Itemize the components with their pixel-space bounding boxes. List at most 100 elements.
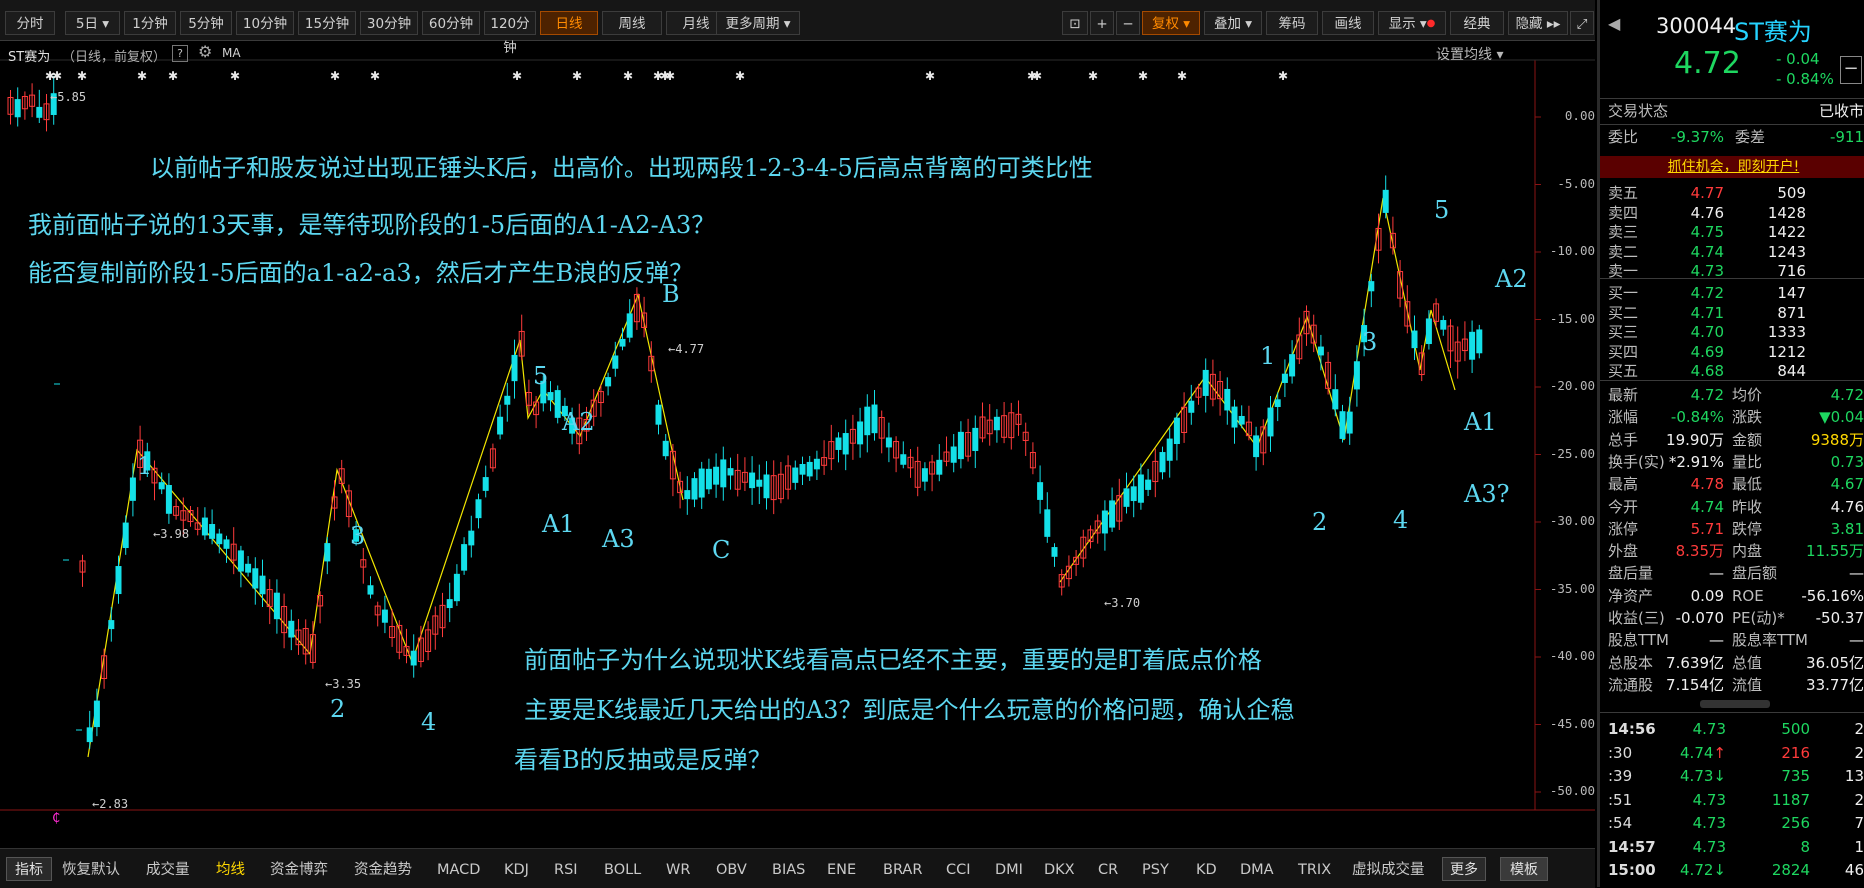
indicator-tab[interactable]: TRIX	[1298, 859, 1331, 881]
indicator-tab[interactable]: PSY	[1142, 859, 1169, 881]
y-tick: 0.00	[1564, 108, 1595, 123]
order-level-label: 买二	[1608, 303, 1639, 322]
period-button-intraday[interactable]: 分时	[5, 11, 55, 35]
annotation-text: 以前帖子和股友说过出现正锤头K后，出高价。出现两段1-2-3-4-5后高点背离的…	[150, 154, 1093, 182]
indicator-tab[interactable]: 资金博弈	[270, 859, 328, 881]
period-button-120min[interactable]: 120分钟	[484, 11, 536, 56]
indicator-tab[interactable]: KDJ	[504, 859, 529, 881]
zoom-out-icon[interactable]: −	[1116, 11, 1140, 35]
indicator-tab[interactable]: 成交量	[146, 859, 190, 881]
stat-value: *2.91%	[1668, 452, 1724, 471]
event-marker-icon: ✱	[1088, 69, 1098, 83]
stats-row: 流通股 7.154亿 流值 33.77亿	[1600, 676, 1864, 695]
order-book-row[interactable]: 卖五 4.77 509	[1600, 184, 1864, 203]
indicator-tab[interactable]: OBV	[716, 859, 747, 881]
stats-row: 涨幅 -0.84% 涨跌 ▼0.04	[1600, 408, 1864, 427]
indicator-tab[interactable]: KD	[1196, 859, 1217, 881]
indicator-tab[interactable]: 资金趋势	[354, 859, 412, 881]
tick-row: :30 4.74↑ 216 2	[1600, 744, 1864, 763]
indicator-tab[interactable]: BOLL	[604, 859, 641, 881]
open-account-promo[interactable]: 抓住机会，即刻开户!	[1600, 156, 1864, 178]
order-price: 4.70	[1690, 323, 1724, 341]
chips-button[interactable]: 筹码	[1266, 11, 1318, 35]
indicator-tab[interactable]: DKX	[1044, 859, 1075, 881]
overlay-button[interactable]: 叠加 ▾	[1204, 11, 1262, 35]
collapse-icon[interactable]: −	[1840, 56, 1862, 84]
indicator-tab[interactable]: WR	[666, 859, 690, 881]
indicator-tab[interactable]: BRAR	[883, 859, 922, 881]
tick-volume: 2824	[1771, 861, 1810, 879]
ma-settings-link[interactable]: 设置均线 ▾	[1436, 44, 1503, 64]
tick-price: 4.72↓	[1680, 861, 1726, 879]
indicator-button[interactable]: 指标	[6, 857, 52, 881]
order-book-row[interactable]: 卖三 4.75 1422	[1600, 223, 1864, 242]
price-change-pct: - 0.84%	[1776, 70, 1834, 88]
classic-button[interactable]: 经典	[1450, 11, 1504, 35]
period-button-10min[interactable]: 10分钟	[236, 11, 294, 35]
period-button-daily[interactable]: 日线	[540, 11, 598, 35]
candle-body	[1101, 510, 1108, 534]
tick-count: 2	[1854, 790, 1864, 809]
draw-line-button[interactable]: 画线	[1322, 11, 1374, 35]
candle-body	[727, 468, 734, 476]
candle-body	[1289, 354, 1296, 377]
kline-chart[interactable]: ✱ ✱ ✱ ✱ ✱ ✱ ✱ ✱ ✱ ✱ ✱ ✱ ✱ ✱ ✱ ✱ ✱ ✱ ✱ ✱ ✱ ✱ ₵ ST赛为 （日线，前复权） ? …	[0, 40, 1595, 848]
order-book-row[interactable]: 买五 4.68 844	[1600, 362, 1864, 381]
display-button[interactable]: 显示 ▾●	[1378, 11, 1446, 35]
more-indicators-button[interactable]: 更多	[1442, 857, 1486, 881]
period-button-60min[interactable]: 60分钟	[422, 11, 480, 35]
order-book-row[interactable]: 买三 4.70 1333	[1600, 323, 1864, 342]
prev-stock-icon[interactable]: ◀	[1608, 14, 1620, 33]
candle-body	[1469, 331, 1476, 360]
event-marker-icon: ✱	[137, 69, 147, 83]
indicator-tab[interactable]: 均线	[216, 859, 245, 881]
y-tick: -20.00	[1549, 378, 1595, 393]
order-book-row[interactable]: 买四 4.69 1212	[1600, 343, 1864, 362]
period-button-more[interactable]: 更多周期 ▾	[716, 11, 800, 35]
lock-icon[interactable]: ⊡	[1062, 11, 1088, 35]
stats-row: 盘后量 — 盘后额 —	[1600, 564, 1864, 583]
order-volume: 871	[1777, 303, 1806, 322]
tick-price: 4.73↓	[1680, 767, 1726, 785]
adjust-button[interactable]: 复权 ▾	[1142, 11, 1200, 35]
period-button-weekly[interactable]: 周线	[602, 11, 662, 35]
indicator-tab[interactable]: ENE	[827, 859, 856, 881]
fullscreen-icon[interactable]: ⤢	[1570, 11, 1594, 35]
indicator-tab[interactable]: DMA	[1240, 859, 1274, 881]
indicator-tab[interactable]: CR	[1098, 859, 1118, 881]
period-button-5day[interactable]: 5日 ▾	[65, 11, 120, 35]
indicator-tab[interactable]: DMI	[995, 859, 1023, 881]
stats-row: 股息TTM — 股息率TTM —	[1600, 631, 1864, 650]
panel-splitter[interactable]	[1700, 700, 1770, 708]
indicator-tab[interactable]: BIAS	[772, 859, 805, 881]
y-tick: -30.00	[1549, 513, 1595, 528]
indicator-tab[interactable]: MACD	[437, 859, 480, 881]
period-button-5min[interactable]: 5分钟	[180, 11, 232, 35]
period-button-15min[interactable]: 15分钟	[298, 11, 356, 35]
order-book-row[interactable]: 买二 4.71 871	[1600, 304, 1864, 323]
period-button-30min[interactable]: 30分钟	[360, 11, 418, 35]
hide-button[interactable]: 隐藏 ▸▸	[1508, 11, 1568, 35]
stat-label: 流值	[1732, 675, 1763, 694]
indicator-tab[interactable]: RSI	[554, 859, 578, 881]
indicator-tab[interactable]: 虚拟成交量	[1352, 859, 1425, 881]
indicator-tab[interactable]: CCI	[946, 859, 971, 881]
indicator-tab[interactable]: 恢复默认	[62, 859, 120, 881]
candle-body	[835, 437, 842, 450]
template-button[interactable]: 模板	[1500, 857, 1548, 881]
period-button-1min[interactable]: 1分钟	[124, 11, 176, 35]
order-volume: 1333	[1767, 323, 1806, 341]
help-icon[interactable]: ?	[172, 45, 188, 62]
candle-body	[705, 468, 712, 490]
candle-body	[684, 490, 691, 500]
zoom-in-icon[interactable]: +	[1090, 11, 1114, 35]
tick-time: :39	[1608, 767, 1633, 785]
candle-body	[288, 620, 295, 638]
wave-label: A3?	[1464, 480, 1510, 508]
gear-icon[interactable]: ⚙	[198, 42, 212, 61]
order-book-row[interactable]: 卖二 4.74 1243	[1600, 243, 1864, 262]
indicator-bar: 指标 恢复默认 成交量 均线 资金博弈 资金趋势 MACD KDJ RSI BO…	[0, 848, 1595, 888]
candle-body	[655, 404, 662, 425]
order-book-row[interactable]: 卖四 4.76 1428	[1600, 204, 1864, 223]
order-book-row[interactable]: 买一 4.72 147	[1600, 284, 1864, 303]
